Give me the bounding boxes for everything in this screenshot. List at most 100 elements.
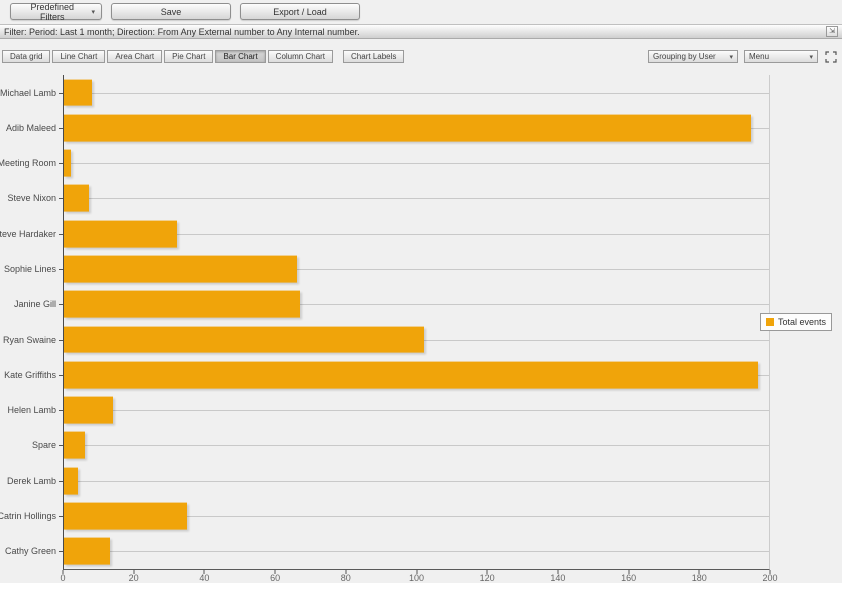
gridline bbox=[64, 93, 769, 94]
category-label: Catrin Hollings bbox=[0, 511, 56, 521]
category-label: Helen Lamb bbox=[7, 405, 56, 415]
category-label: Michael Lamb bbox=[0, 88, 56, 98]
expand-filter-icon[interactable]: ⇲ bbox=[826, 26, 838, 37]
x-tick-label: 120 bbox=[480, 573, 495, 583]
x-tick-label: 20 bbox=[129, 573, 139, 583]
legend[interactable]: Total events bbox=[760, 313, 832, 331]
bar-catrin-hollings[interactable] bbox=[64, 503, 187, 530]
x-tick-label: 140 bbox=[550, 573, 565, 583]
save-label: Save bbox=[161, 7, 182, 17]
chart-row: Spare bbox=[64, 428, 769, 463]
y-tick-mark bbox=[59, 410, 63, 411]
gridline bbox=[64, 410, 769, 411]
bar-janine-gill[interactable] bbox=[64, 291, 300, 318]
gridline bbox=[64, 445, 769, 446]
bar-chart: Michael LambAdib MaleedMeeting RoomSteve… bbox=[0, 68, 842, 583]
plot-area: Michael LambAdib MaleedMeeting RoomSteve… bbox=[63, 75, 770, 570]
x-tick-label: 180 bbox=[692, 573, 707, 583]
chevron-down-icon: ▾ bbox=[91, 8, 95, 16]
y-tick-mark bbox=[59, 163, 63, 164]
category-label: Adib Maleed bbox=[6, 123, 56, 133]
y-tick-mark bbox=[59, 481, 63, 482]
chart-row: Adib Maleed bbox=[64, 110, 769, 145]
save-button[interactable]: Save bbox=[111, 3, 231, 20]
bar-derek-lamb[interactable] bbox=[64, 467, 78, 494]
export-load-button[interactable]: Export / Load bbox=[240, 3, 360, 20]
category-label: Meeting Room bbox=[0, 158, 56, 168]
category-label: Steve Hardaker bbox=[0, 229, 56, 239]
bottom-strip bbox=[0, 583, 842, 595]
bar-kate-griffiths[interactable] bbox=[64, 361, 758, 388]
legend-label: Total events bbox=[778, 317, 826, 327]
gridline bbox=[64, 551, 769, 552]
category-label: Cathy Green bbox=[5, 546, 56, 556]
chevron-down-icon: ▾ bbox=[809, 53, 813, 61]
tab-bar-chart[interactable]: Bar Chart bbox=[215, 50, 265, 63]
grouping-select[interactable]: Grouping by User ▾ bbox=[648, 50, 738, 63]
bar-meeting-room[interactable] bbox=[64, 150, 71, 177]
chart-row: Ryan Swaine bbox=[64, 322, 769, 357]
export-load-label: Export / Load bbox=[273, 7, 327, 17]
app-window: Predefined Filters ▾ Save Export / Load … bbox=[0, 0, 842, 595]
y-tick-mark bbox=[59, 269, 63, 270]
chart-type-tabbar: Data gridLine ChartArea ChartPie ChartBa… bbox=[2, 50, 838, 63]
bar-ryan-swaine[interactable] bbox=[64, 326, 424, 353]
category-label: Steve Nixon bbox=[7, 193, 56, 203]
y-tick-mark bbox=[59, 304, 63, 305]
tab-pie-chart[interactable]: Pie Chart bbox=[164, 50, 213, 63]
tab-data-grid[interactable]: Data grid bbox=[2, 50, 50, 63]
y-tick-mark bbox=[59, 128, 63, 129]
chart-row: Sophie Lines bbox=[64, 251, 769, 286]
y-tick-mark bbox=[59, 516, 63, 517]
category-label: Sophie Lines bbox=[4, 264, 56, 274]
x-tick-label: 200 bbox=[762, 573, 777, 583]
category-label: Janine Gill bbox=[14, 299, 56, 309]
y-tick-mark bbox=[59, 445, 63, 446]
bar-helen-lamb[interactable] bbox=[64, 397, 113, 424]
bar-spare[interactable] bbox=[64, 432, 85, 459]
bar-sophie-lines[interactable] bbox=[64, 256, 297, 283]
bar-adib-maleed[interactable] bbox=[64, 115, 751, 142]
predefined-filters-label: Predefined Filters bbox=[17, 2, 87, 22]
x-tick-label: 40 bbox=[199, 573, 209, 583]
x-tick-label: 100 bbox=[409, 573, 424, 583]
category-label: Ryan Swaine bbox=[3, 335, 56, 345]
y-tick-mark bbox=[59, 375, 63, 376]
y-tick-mark bbox=[59, 551, 63, 552]
y-tick-mark bbox=[59, 198, 63, 199]
tab-area-chart[interactable]: Area Chart bbox=[107, 50, 162, 63]
tab-chart-labels[interactable]: Chart Labels bbox=[343, 50, 404, 63]
gridline bbox=[64, 163, 769, 164]
grouping-select-value: Grouping by User bbox=[653, 52, 716, 61]
filter-bar: Filter: Period: Last 1 month; Direction:… bbox=[0, 24, 842, 39]
predefined-filters-button[interactable]: Predefined Filters ▾ bbox=[10, 3, 102, 20]
chart-row: Meeting Room bbox=[64, 146, 769, 181]
chart-type-tabs: Data gridLine ChartArea ChartPie ChartBa… bbox=[2, 50, 406, 63]
bar-michael-lamb[interactable] bbox=[64, 79, 92, 106]
chart-row: Steve Nixon bbox=[64, 181, 769, 216]
x-tick-label: 160 bbox=[621, 573, 636, 583]
y-tick-mark bbox=[59, 234, 63, 235]
bar-steve-nixon[interactable] bbox=[64, 185, 89, 212]
chart-row: Derek Lamb bbox=[64, 463, 769, 498]
y-tick-mark bbox=[59, 340, 63, 341]
chart-row: Janine Gill bbox=[64, 287, 769, 322]
top-toolbar: Predefined Filters ▾ Save Export / Load bbox=[10, 3, 360, 20]
gridline bbox=[64, 198, 769, 199]
tab-line-chart[interactable]: Line Chart bbox=[52, 50, 105, 63]
category-label: Kate Griffiths bbox=[4, 370, 56, 380]
category-label: Spare bbox=[32, 440, 56, 450]
menu-select[interactable]: Menu ▾ bbox=[744, 50, 818, 63]
bar-steve-hardaker[interactable] bbox=[64, 220, 177, 247]
tab-column-chart[interactable]: Column Chart bbox=[268, 50, 333, 63]
chart-row: Cathy Green bbox=[64, 534, 769, 569]
chart-row: Helen Lamb bbox=[64, 393, 769, 428]
chart-row: Steve Hardaker bbox=[64, 216, 769, 251]
x-axis: 020406080100120140160180200 bbox=[63, 570, 770, 583]
x-tick-label: 80 bbox=[341, 573, 351, 583]
fullscreen-icon[interactable] bbox=[824, 50, 838, 63]
chart-row: Kate Griffiths bbox=[64, 357, 769, 392]
x-tick-label: 60 bbox=[270, 573, 280, 583]
gridline bbox=[64, 481, 769, 482]
bar-cathy-green[interactable] bbox=[64, 538, 110, 565]
